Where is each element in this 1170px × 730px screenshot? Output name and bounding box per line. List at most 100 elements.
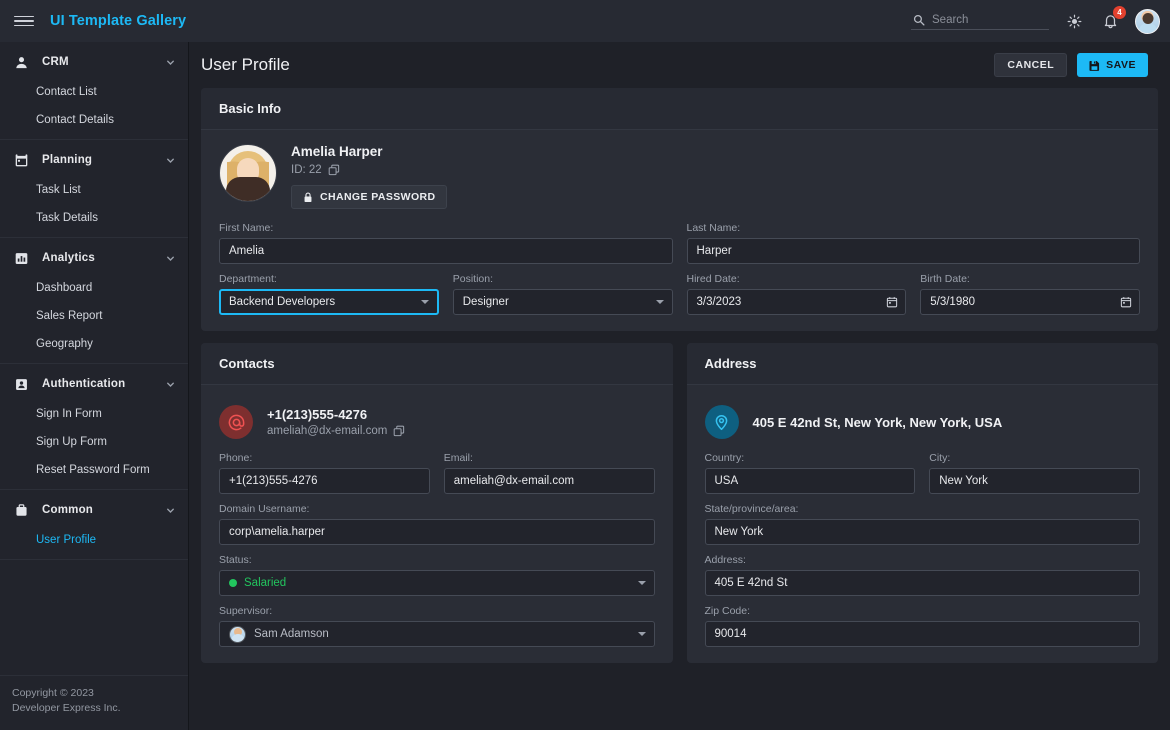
sidebar-item-task-details[interactable]: Task Details	[0, 204, 188, 232]
sidebar-item-reset-password-form[interactable]: Reset Password Form	[0, 456, 188, 484]
notifications-button[interactable]: 4	[1099, 10, 1121, 32]
brand-title[interactable]: UI Template Gallery	[50, 13, 186, 29]
country-city-row: Country: USA City: New York	[705, 443, 1141, 494]
zip-input[interactable]: 90014	[705, 621, 1141, 647]
country-input[interactable]: USA	[705, 468, 916, 494]
state-label: State/province/area:	[705, 503, 1141, 515]
position-select[interactable]: Designer	[453, 289, 673, 315]
hired-date-label: Hired Date:	[687, 273, 907, 285]
sidebar-item-user-profile[interactable]: User Profile	[0, 526, 188, 554]
calendar-icon[interactable]	[1120, 296, 1132, 308]
sidebar-group-crm: CRM Contact List Contact Details	[0, 42, 188, 140]
sidebar-nav: CRM Contact List Contact Details	[0, 42, 188, 675]
address-card: Address 405 E 42nd St, New York, New Yor…	[687, 343, 1159, 663]
address-hero-text: 405 E 42nd St, New York, New York, USA	[753, 415, 1003, 430]
zip-field: Zip Code: 90014	[705, 605, 1141, 647]
country-label: Country:	[705, 452, 916, 464]
department-select[interactable]: Backend Developers	[219, 289, 439, 315]
contacts-hero-text: +1(213)555-4276 ameliah@dx-email.com	[267, 407, 405, 437]
sidebar-item-contact-details[interactable]: Contact Details	[0, 106, 188, 134]
supervisor-label: Supervisor:	[219, 605, 655, 617]
sidebar-item-authentication[interactable]: Authentication	[0, 368, 188, 400]
status-field: Status: Salaried	[219, 554, 655, 596]
app-header: UI Template Gallery	[0, 0, 1170, 42]
sidebar-item-sign-in-form[interactable]: Sign In Form	[0, 400, 188, 428]
sidebar-item-analytics[interactable]: Analytics	[0, 242, 188, 274]
chevron-down-icon	[638, 632, 646, 636]
chevron-down-icon	[165, 57, 176, 68]
copy-icon[interactable]	[328, 164, 340, 176]
hamburger-icon[interactable]	[14, 11, 34, 31]
sidebar-item-task-list[interactable]: Task List	[0, 176, 188, 204]
address-line-field: Address: 405 E 42nd St	[705, 554, 1141, 596]
chevron-down-icon	[421, 300, 429, 304]
sidebar-group-common: Common User Profile	[0, 490, 188, 560]
change-password-button[interactable]: CHANGE PASSWORD	[291, 185, 447, 209]
department-field: Department: Backend Developers	[219, 273, 439, 315]
profile-id: ID: 22	[291, 164, 447, 176]
calendar-icon[interactable]	[886, 296, 898, 308]
phone-input[interactable]: +1(213)555-4276	[219, 468, 430, 494]
avatar[interactable]	[1135, 9, 1160, 34]
sidebar-item-label: Dashboard	[36, 282, 92, 294]
sidebar-item-sales-report[interactable]: Sales Report	[0, 302, 188, 330]
domain-username-label: Domain Username:	[219, 503, 655, 515]
position-label: Position:	[453, 273, 673, 285]
change-password-label: CHANGE PASSWORD	[320, 191, 435, 203]
cancel-button[interactable]: CANCEL	[994, 53, 1067, 77]
app-root: UI Template Gallery	[0, 0, 1170, 730]
first-name-input[interactable]: Amelia	[219, 238, 673, 264]
email-field: Email: ameliah@dx-email.com	[444, 452, 655, 494]
copy-icon[interactable]	[393, 425, 405, 437]
status-select[interactable]: Salaried	[219, 570, 655, 596]
contacts-hero-email: ameliah@dx-email.com	[267, 425, 387, 437]
app-body: CRM Contact List Contact Details	[0, 42, 1170, 730]
contacts-hero: +1(213)555-4276 ameliah@dx-email.com	[219, 399, 655, 443]
search-input[interactable]	[932, 14, 1047, 26]
sidebar-item-contact-list[interactable]: Contact List	[0, 78, 188, 106]
phone-label: Phone:	[219, 452, 430, 464]
last-name-field: Last Name: Harper	[687, 222, 1141, 264]
page-actions: CANCEL SAVE	[994, 53, 1148, 77]
profile-name: Amelia Harper	[291, 144, 447, 159]
hired-date-input[interactable]: 3/3/2023	[687, 289, 907, 315]
chevron-down-icon	[638, 581, 646, 585]
search-box[interactable]	[911, 12, 1049, 30]
address-line-input[interactable]: 405 E 42nd St	[705, 570, 1141, 596]
last-name-label: Last Name:	[687, 222, 1141, 234]
first-name-field: First Name: Amelia	[219, 222, 673, 264]
floppy-disk-icon	[1089, 60, 1100, 71]
sidebar-group-authentication: Authentication Sign In Form Sign Up Form…	[0, 364, 188, 490]
lock-icon	[303, 192, 313, 203]
sidebar-item-label: Analytics	[42, 252, 95, 264]
sidebar-item-geography[interactable]: Geography	[0, 330, 188, 358]
last-name-input[interactable]: Harper	[687, 238, 1141, 264]
city-input[interactable]: New York	[929, 468, 1140, 494]
chevron-down-icon	[165, 379, 176, 390]
first-name-label: First Name:	[219, 222, 673, 234]
sidebar-item-label: Contact List	[36, 86, 97, 98]
city-field: City: New York	[929, 452, 1140, 494]
id-card-icon	[12, 375, 30, 393]
sidebar-item-sign-up-form[interactable]: Sign Up Form	[0, 428, 188, 456]
state-input[interactable]: New York	[705, 519, 1141, 545]
position-field: Position: Designer	[453, 273, 673, 315]
copyright-line-2: Developer Express Inc.	[12, 701, 176, 716]
sidebar-item-planning[interactable]: Planning	[0, 144, 188, 176]
supervisor-field: Supervisor: Sam Adamson	[219, 605, 655, 647]
sidebar-item-crm[interactable]: CRM	[0, 46, 188, 78]
email-label: Email:	[444, 452, 655, 464]
supervisor-select[interactable]: Sam Adamson	[219, 621, 655, 647]
email-input[interactable]: ameliah@dx-email.com	[444, 468, 655, 494]
zip-label: Zip Code:	[705, 605, 1141, 617]
sidebar-item-label: Geography	[36, 338, 93, 350]
sidebar: CRM Contact List Contact Details	[0, 42, 189, 730]
birth-date-input[interactable]: 5/3/1980	[920, 289, 1140, 315]
domain-username-input[interactable]: corp\amelia.harper	[219, 519, 655, 545]
status-value: Salaried	[244, 577, 286, 589]
address-line-label: Address:	[705, 554, 1141, 566]
save-button[interactable]: SAVE	[1077, 53, 1148, 77]
sidebar-item-common[interactable]: Common	[0, 494, 188, 526]
sidebar-item-dashboard[interactable]: Dashboard	[0, 274, 188, 302]
theme-toggle-button[interactable]	[1063, 10, 1085, 32]
